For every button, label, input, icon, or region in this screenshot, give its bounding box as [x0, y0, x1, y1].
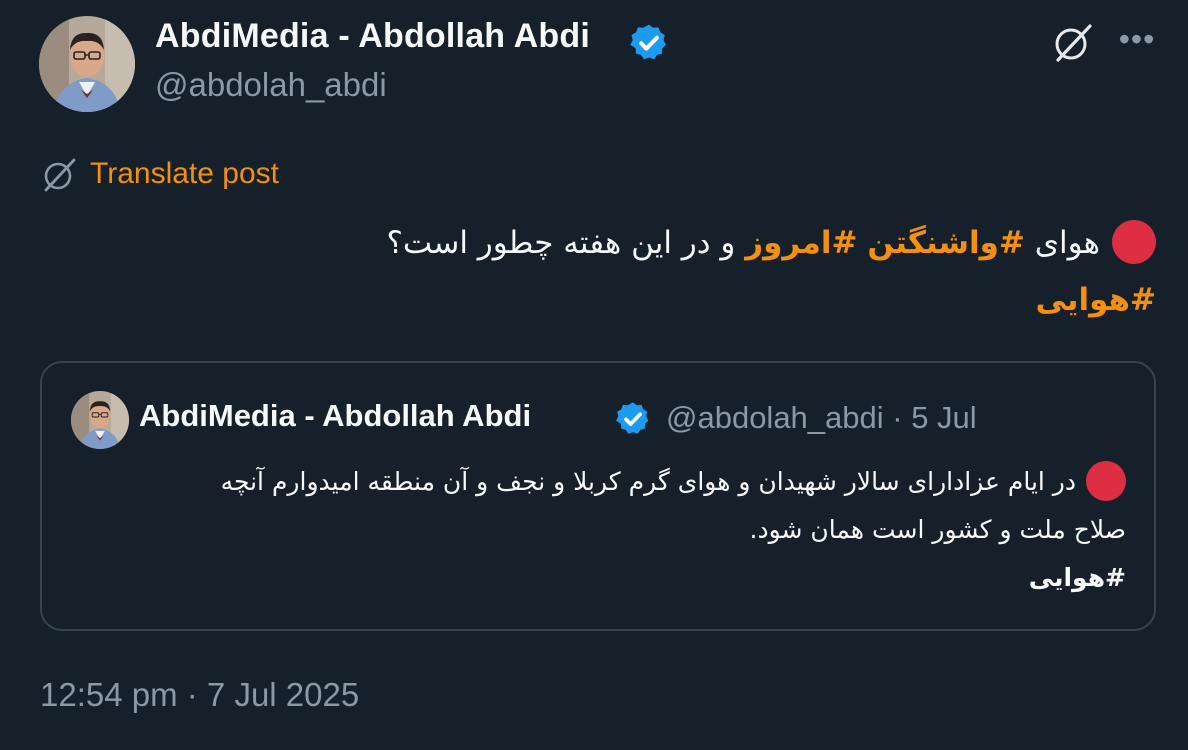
hashtag-today[interactable]: #امروز — [745, 225, 857, 261]
quote-text-line-2: صلاح ملت و کشور است همان شود. — [749, 515, 1126, 544]
quote-hashtag: #هوایی — [1028, 563, 1126, 592]
grok-icon — [1055, 24, 1092, 62]
quote-verified-badge-icon — [614, 400, 652, 438]
post-text-prefix: هوای — [1024, 225, 1100, 261]
author-handle[interactable]: @abdolah_abdi — [155, 66, 387, 104]
translate-post-link[interactable]: Translate post — [40, 153, 279, 195]
post-body: هوای #واشنگتن #امروز و در این هفته چطور … — [46, 215, 1156, 329]
more-icon: ••• — [1118, 21, 1156, 57]
post-text-suffix: و در این هفته چطور است؟ — [386, 225, 746, 261]
quote-body: در ایام عزادارای سالار شهیدان و هوای گرم… — [66, 458, 1126, 602]
quote-red-circle-emoji — [1086, 461, 1126, 501]
hashtag-washington[interactable]: #واشنگتن — [867, 225, 1025, 261]
grok-translate-icon — [44, 158, 76, 192]
translate-post-label[interactable]: Translate post — [90, 157, 279, 191]
quote-author-avatar — [71, 391, 129, 449]
grok-button[interactable] — [1050, 20, 1096, 66]
quote-text-line-1: در ایام عزادارای سالار شهیدان و هوای گرم… — [220, 467, 1076, 496]
more-button[interactable]: ••• — [1114, 20, 1160, 66]
quoted-post-card[interactable]: AbdiMedia - Abdollah Abdi @abdolah_abdi … — [40, 361, 1156, 631]
quote-line-1: در ایام عزادارای سالار شهیدان و هوای گرم… — [66, 458, 1126, 506]
hashtag-air[interactable]: #هوایی — [1035, 282, 1156, 318]
post-line-1: هوای #واشنگتن #امروز و در این هفته چطور … — [46, 215, 1156, 272]
post-timestamp[interactable]: 12:54 pm · 7 Jul 2025 — [40, 676, 359, 714]
author-name[interactable]: AbdiMedia - Abdollah Abdi — [155, 17, 590, 56]
verified-badge-icon — [628, 22, 670, 64]
quote-handle-date: @abdolah_abdi · 5 Jul — [666, 400, 977, 435]
quote-author-name: AbdiMedia - Abdollah Abdi — [139, 398, 532, 433]
red-circle-emoji — [1112, 219, 1156, 264]
author-avatar[interactable] — [39, 16, 135, 112]
post-line-2: #هوایی — [46, 272, 1156, 329]
